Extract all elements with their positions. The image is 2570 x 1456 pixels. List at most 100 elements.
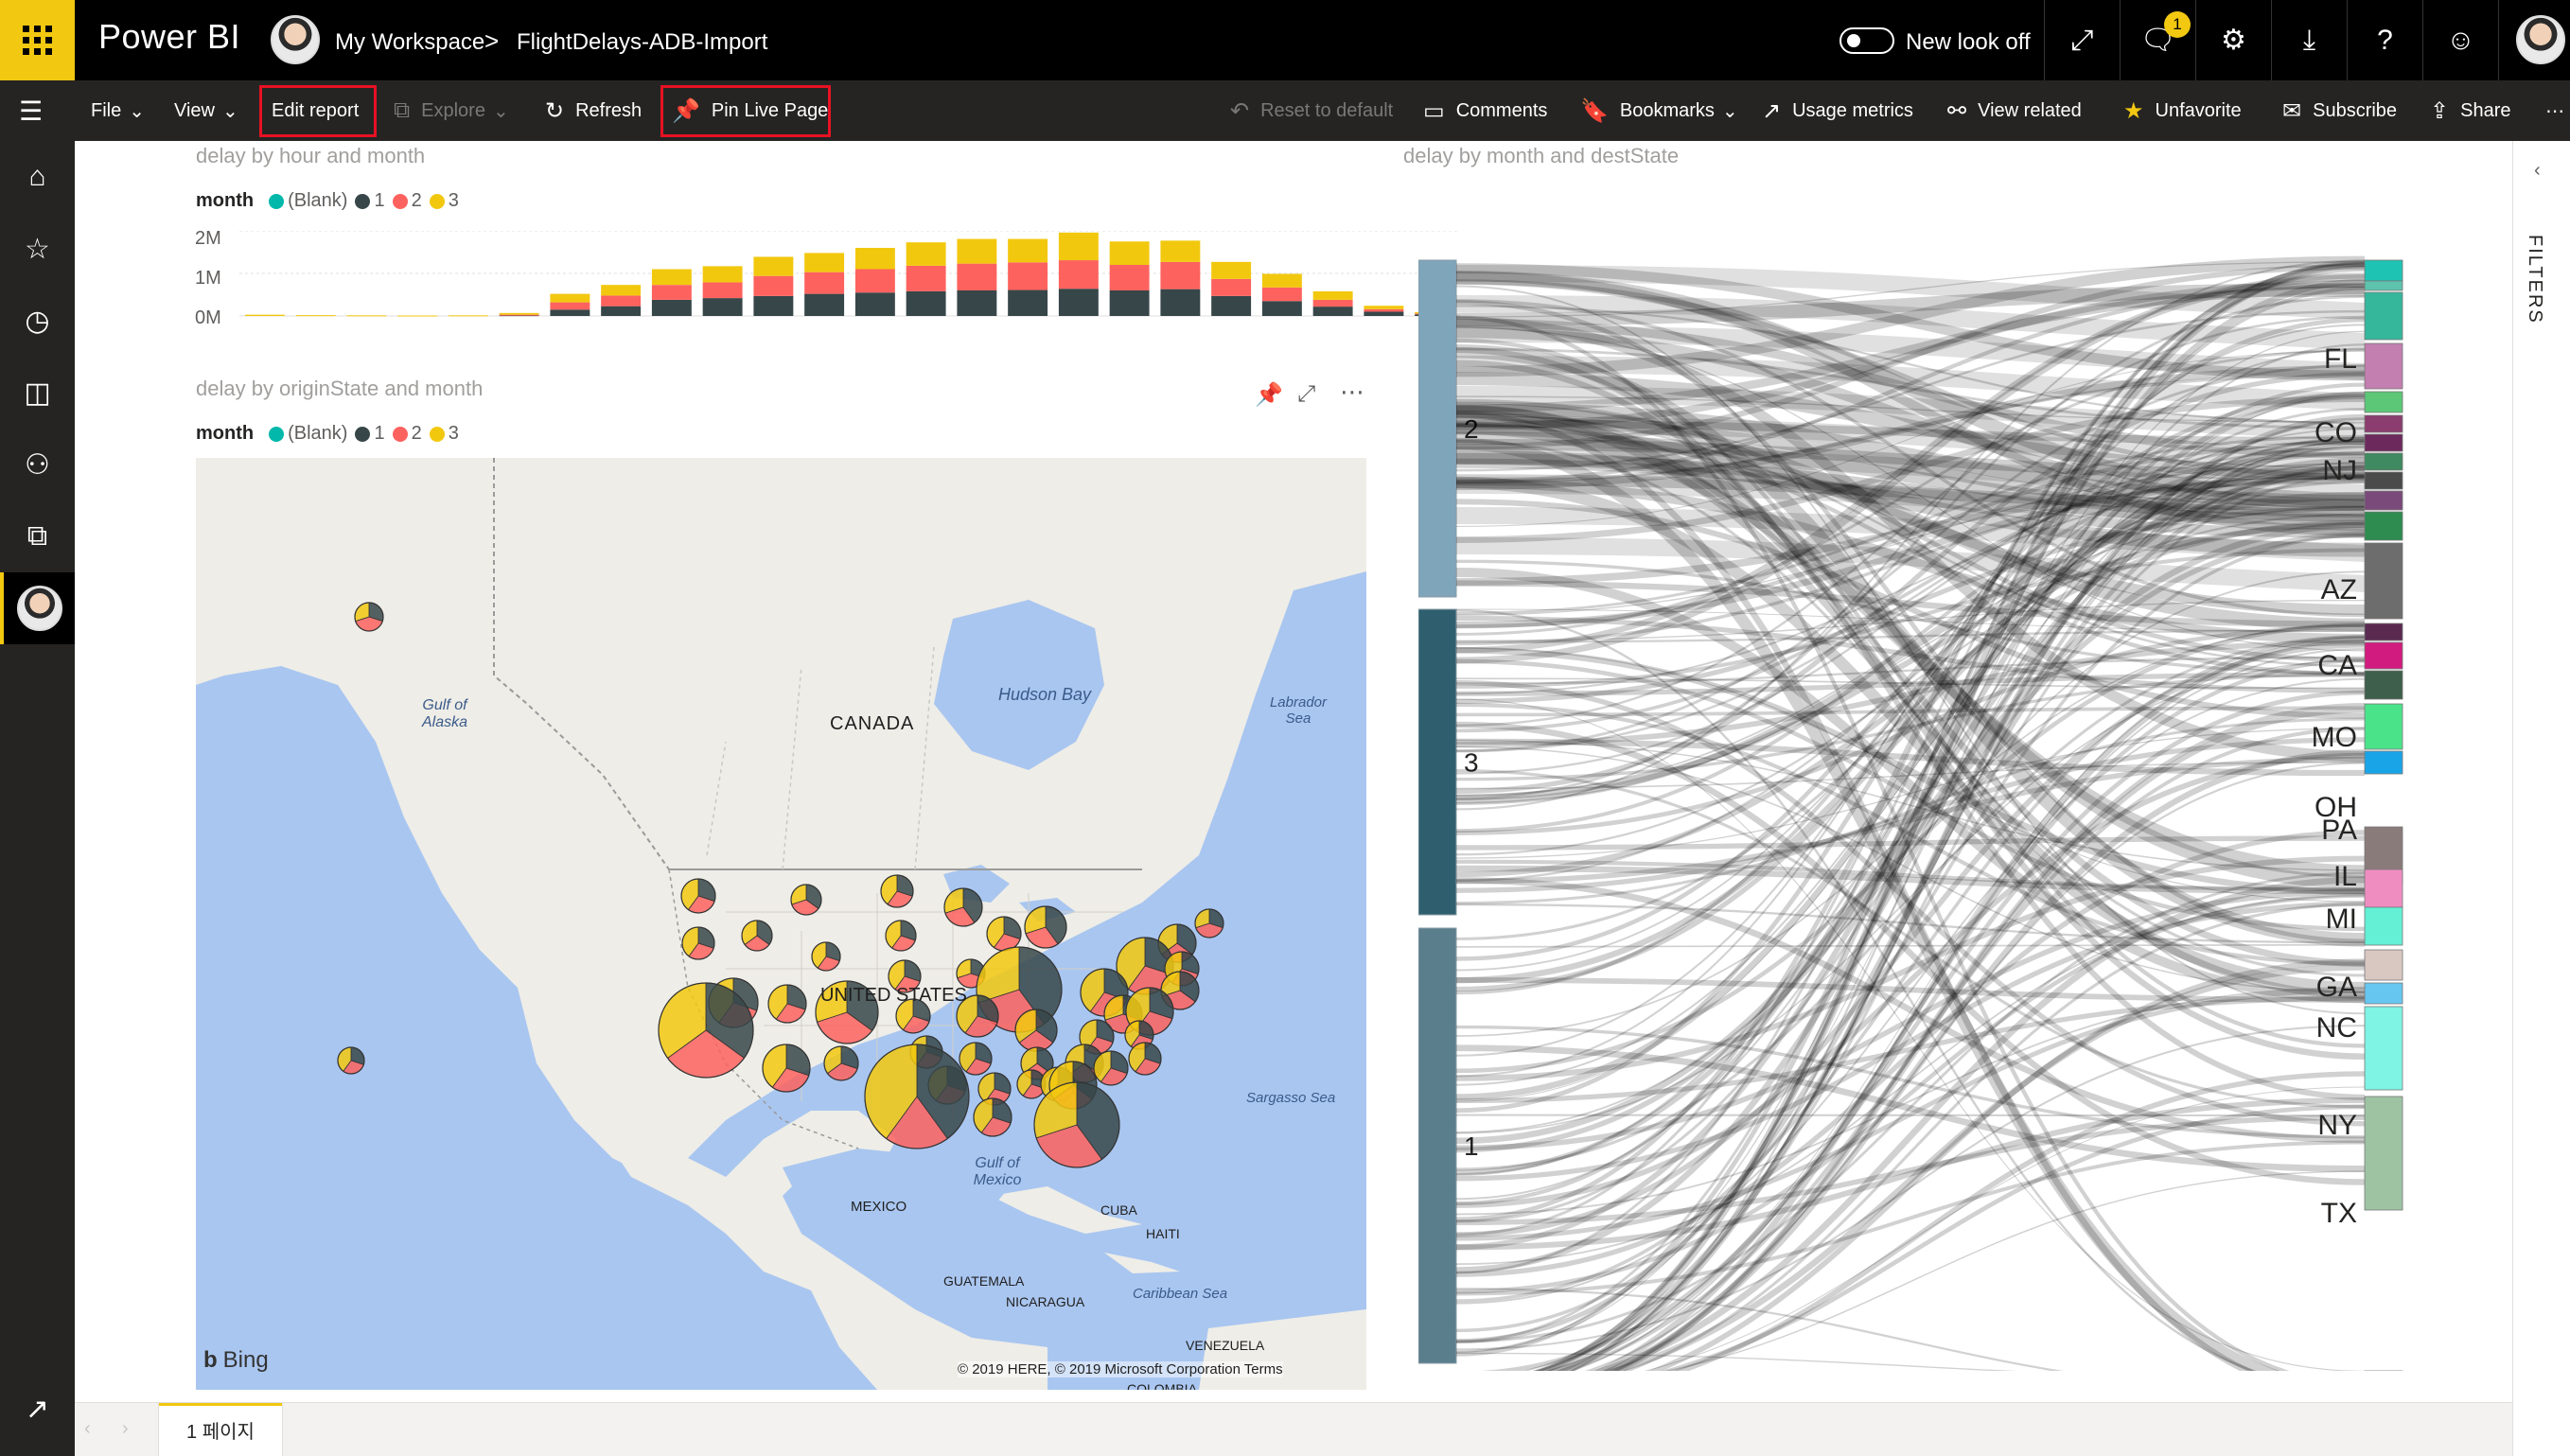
chart-line-icon: ↗ xyxy=(1762,97,1782,124)
sankey-dest-node xyxy=(2364,433,2403,452)
download-icon[interactable]: ⤓ xyxy=(2271,0,2347,80)
bar-segment xyxy=(804,253,845,272)
legend-item[interactable]: 2 xyxy=(412,423,422,445)
legend-item[interactable]: 1 xyxy=(374,423,384,445)
bookmarks-label: Bookmarks xyxy=(1619,99,1715,121)
bar-segment xyxy=(854,248,895,270)
view-related-button[interactable]: ⚯ View related xyxy=(1947,80,2082,141)
bar-segment xyxy=(753,295,794,316)
more-options-icon[interactable]: ⋯ xyxy=(2545,80,2564,141)
legend-item[interactable]: 3 xyxy=(449,423,459,445)
bar-segment xyxy=(1261,301,1302,316)
sankey-chart[interactable]: 231FLCONJAZCAMOOHPAILMIGANCNYTXNV xyxy=(1418,198,2478,1371)
chevron-right-icon[interactable]: › xyxy=(122,1418,129,1440)
sankey-dest-node xyxy=(2364,1096,2403,1211)
hamburger-menu-icon[interactable]: ☰ xyxy=(19,80,43,141)
bar-segment xyxy=(1058,289,1099,316)
bar-segment xyxy=(346,315,387,317)
shared-icon[interactable]: ⚇ xyxy=(0,429,75,500)
edit-report-button[interactable]: Edit report xyxy=(272,80,359,141)
view-menu[interactable]: View ⌄ xyxy=(174,80,238,141)
page-tab[interactable]: 1 페이지 xyxy=(158,1403,283,1456)
subscribe-button[interactable]: ✉ Subscribe xyxy=(2282,80,2397,141)
chevron-right-icon: > xyxy=(484,26,500,55)
chevron-down-icon: ⌄ xyxy=(129,100,145,122)
y-tick-label: 2M xyxy=(195,228,221,249)
map-visual-title: delay by originState and month xyxy=(196,377,484,400)
comments-button[interactable]: ▭ Comments xyxy=(1423,80,1547,141)
bar-segment xyxy=(1109,265,1150,290)
help-icon[interactable]: ? xyxy=(2347,0,2422,80)
gear-icon[interactable]: ⚙ xyxy=(2195,0,2271,80)
bar-segment xyxy=(550,302,590,310)
refresh-button[interactable]: ↻ Refresh xyxy=(545,80,642,141)
bar-segment xyxy=(295,315,336,317)
bar-segment xyxy=(651,285,692,300)
expand-nav-icon[interactable]: ↗ xyxy=(0,1373,75,1445)
bar-segment xyxy=(1364,311,1404,316)
map-label: MEXICO xyxy=(851,1199,907,1215)
refresh-label: Refresh xyxy=(575,99,642,121)
sankey-dest-label: MI xyxy=(2326,903,2357,935)
apps-icon[interactable]: ◫ xyxy=(0,357,75,429)
sankey-source-node xyxy=(1418,927,1457,1364)
chevron-left-icon[interactable]: ‹ xyxy=(84,1418,91,1440)
map-label: Gulf of Alaska xyxy=(421,697,468,730)
stacked-bar-chart[interactable] xyxy=(239,231,1460,325)
share-button[interactable]: ⇪ Share xyxy=(2430,80,2510,141)
usage-metrics-button[interactable]: ↗ Usage metrics xyxy=(1762,80,1913,141)
filters-label[interactable]: FILTERS xyxy=(2524,235,2545,325)
clock-icon[interactable]: ◷ xyxy=(0,285,75,357)
chevron-left-icon[interactable]: ‹ xyxy=(2534,160,2541,182)
bar-segment xyxy=(1364,308,1404,312)
bar-segment xyxy=(1211,261,1252,279)
bar-segment xyxy=(1312,299,1353,307)
bar-segment xyxy=(1160,261,1201,289)
file-menu[interactable]: File ⌄ xyxy=(91,80,145,141)
expand-icon[interactable]: ⤢ xyxy=(2044,0,2120,80)
pin-live-page-button[interactable]: 📌 Pin Live Page xyxy=(672,80,828,141)
smiley-icon[interactable]: ☺ xyxy=(2422,0,2498,80)
undo-icon: ↶ xyxy=(1230,97,1250,124)
star-icon[interactable]: ☆ xyxy=(0,213,75,285)
sankey-dest-label: FL xyxy=(2324,343,2357,375)
bar-segment xyxy=(753,256,794,276)
map-label: VENEZUELA xyxy=(1186,1338,1265,1353)
workspaces-icon[interactable]: ⧉ xyxy=(0,500,75,572)
sankey-dest-label: NY xyxy=(2317,1110,2357,1141)
map-label: Gulf of Mexico xyxy=(973,1155,1022,1188)
breadcrumb-workspace[interactable]: My Workspace xyxy=(335,29,484,56)
app-launcher-button[interactable] xyxy=(0,0,75,80)
bar-segment xyxy=(702,266,743,283)
legend-item[interactable]: (Blank) xyxy=(288,423,347,445)
legend-item[interactable]: 2 xyxy=(412,190,422,212)
map-pie xyxy=(354,602,384,632)
sankey-dest-node xyxy=(2364,280,2403,291)
pin-icon: 📌 xyxy=(672,97,700,124)
bookmarks-menu[interactable]: 🔖 Bookmarks ⌄ xyxy=(1580,80,1738,141)
sankey-dest-node xyxy=(2364,259,2403,282)
explore-menu: ⧉ Explore ⌄ xyxy=(394,80,509,141)
legend-item[interactable]: 3 xyxy=(449,190,459,212)
bar-segment xyxy=(499,314,539,316)
legend-item[interactable]: (Blank) xyxy=(288,190,347,212)
sankey-source-node xyxy=(1418,259,1457,598)
legend-item[interactable]: 1 xyxy=(374,190,384,212)
pin-visual-icon[interactable]: 📌 xyxy=(1255,381,1283,409)
map-visual[interactable]: CANADA Hudson Bay Labrador Sea Gulf of A… xyxy=(196,458,1366,1390)
notification-button[interactable]: 🗨 1 xyxy=(2120,0,2195,80)
account-button[interactable] xyxy=(2498,0,2570,80)
unfavorite-button[interactable]: ★ Unfavorite xyxy=(2123,80,2242,141)
new-look-toggle[interactable] xyxy=(1839,27,1894,54)
focus-mode-icon[interactable]: ⤢ xyxy=(1297,381,1315,408)
filters-pane-collapsed[interactable]: ‹ xyxy=(2512,141,2570,1456)
visual-more-options-icon[interactable]: ⋯ xyxy=(1340,377,1364,407)
map-pie xyxy=(811,941,841,972)
bar-segment xyxy=(702,298,743,316)
map-pie xyxy=(337,1046,365,1075)
map-pie xyxy=(943,887,983,927)
sankey-dest-label: NJ xyxy=(2322,455,2357,486)
brand-title[interactable]: Power BI xyxy=(98,17,240,57)
my-workspace-nav[interactable] xyxy=(0,572,75,644)
home-icon[interactable]: ⌂ xyxy=(0,141,75,213)
